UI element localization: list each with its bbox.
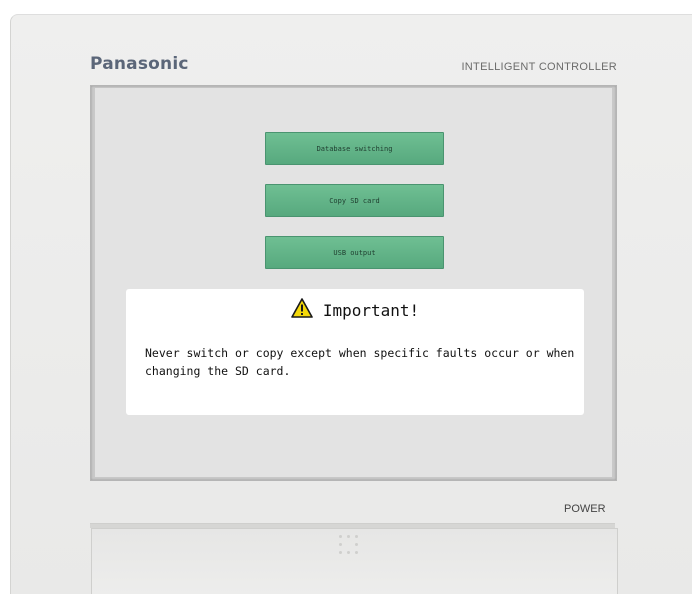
power-label: POWER bbox=[564, 503, 606, 515]
usb-output-button[interactable]: USB output bbox=[265, 236, 444, 269]
touch-screen: Database switching Copy SD card USB outp… bbox=[95, 88, 612, 477]
copy-sd-card-button[interactable]: Copy SD card bbox=[265, 184, 444, 217]
database-switching-button[interactable]: Database switching bbox=[265, 132, 444, 165]
notice-message: Never switch or copy except when specifi… bbox=[145, 346, 575, 378]
brand-logo: Panasonic bbox=[90, 54, 189, 74]
screen-bezel: Database switching Copy SD card USB outp… bbox=[90, 85, 617, 481]
important-notice-panel: Important! Never switch or copy except w… bbox=[126, 289, 584, 415]
warning-triangle-icon bbox=[291, 298, 313, 322]
cover-grip-dots bbox=[337, 533, 367, 555]
model-label: INTELLIGENT CONTROLLER bbox=[461, 61, 617, 73]
notice-header: Important! bbox=[126, 298, 584, 322]
front-panel-cover[interactable] bbox=[91, 528, 618, 594]
notice-title: Important! bbox=[322, 300, 420, 320]
